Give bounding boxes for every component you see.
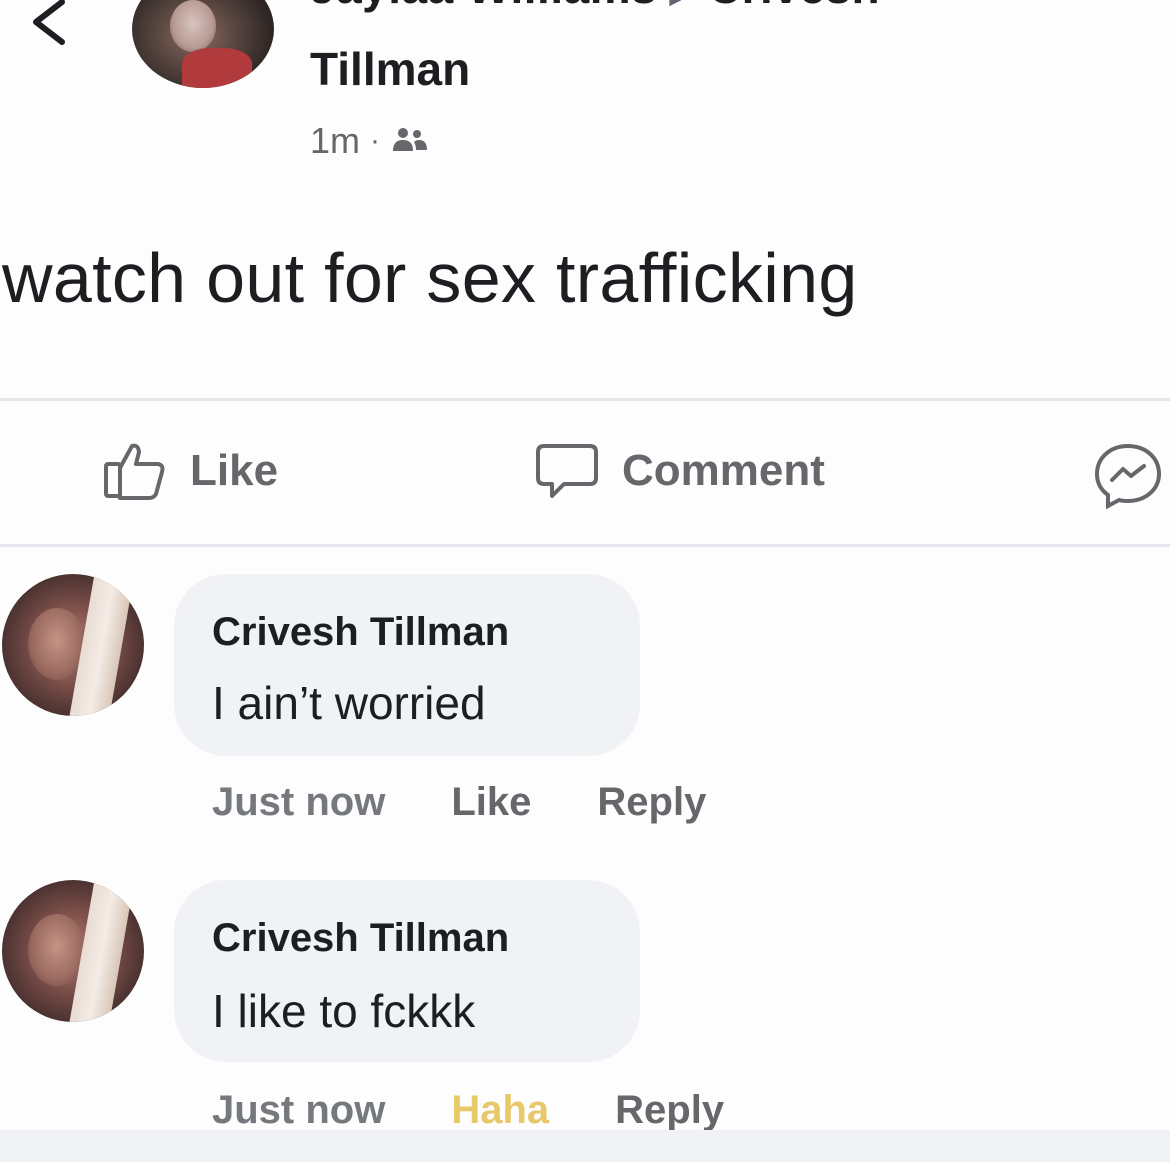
author-name[interactable]: Jaylaa Williams [310, 0, 657, 13]
comment-bubble-icon [536, 444, 598, 498]
post-timestamp[interactable]: 1m [310, 120, 360, 162]
comment-timestamp[interactable]: Just now [212, 780, 385, 825]
facebook-post-screen: Jaylaa Williams ▶ Crivesh Tillman 1m · wat… [0, 0, 1170, 1162]
like-label: Like [190, 446, 279, 495]
arrow-right-icon: ▶ [669, 0, 696, 11]
back-chevron-icon[interactable] [22, 0, 82, 52]
friends-icon [393, 128, 428, 151]
post-author-line: Jaylaa Williams ▶ Crivesh [310, 0, 880, 14]
comment-label: Comment [622, 446, 825, 495]
bottom-bar [0, 1130, 1170, 1162]
post-divider-bottom [0, 544, 1170, 547]
comment-actions: Just now Like Reply [212, 780, 706, 825]
like-button[interactable]: Like [102, 440, 278, 502]
commenter-avatar[interactable] [2, 880, 144, 1022]
comment-timestamp[interactable]: Just now [212, 1088, 385, 1133]
meta-separator: · [370, 124, 381, 157]
comment-text: I like to fckkk [212, 985, 476, 1037]
commenter-name[interactable]: Crivesh Tillman [212, 610, 509, 655]
poster-avatar[interactable] [132, 0, 274, 88]
post-divider-top [0, 398, 1170, 401]
comment-like-button[interactable]: Like [451, 780, 531, 825]
post-text: watch out for sex trafficking [2, 239, 858, 317]
commenter-avatar[interactable] [2, 574, 144, 716]
comment-button[interactable]: Comment [534, 440, 825, 502]
comment-actions: Just now Haha Reply [212, 1088, 724, 1133]
comment-haha-reaction[interactable]: Haha [451, 1088, 549, 1133]
messenger-icon[interactable] [1090, 440, 1166, 512]
thumbs-up-icon [104, 443, 165, 500]
comment-reply-button[interactable]: Reply [615, 1088, 724, 1133]
comment-reply-button[interactable]: Reply [597, 780, 706, 825]
post-meta: 1m · [310, 120, 430, 162]
target-name-continued[interactable]: Tillman [310, 42, 470, 96]
comment-text: I ain’t worried [212, 677, 486, 729]
commenter-name[interactable]: Crivesh Tillman [212, 916, 509, 961]
target-name[interactable]: Crivesh [708, 0, 880, 13]
